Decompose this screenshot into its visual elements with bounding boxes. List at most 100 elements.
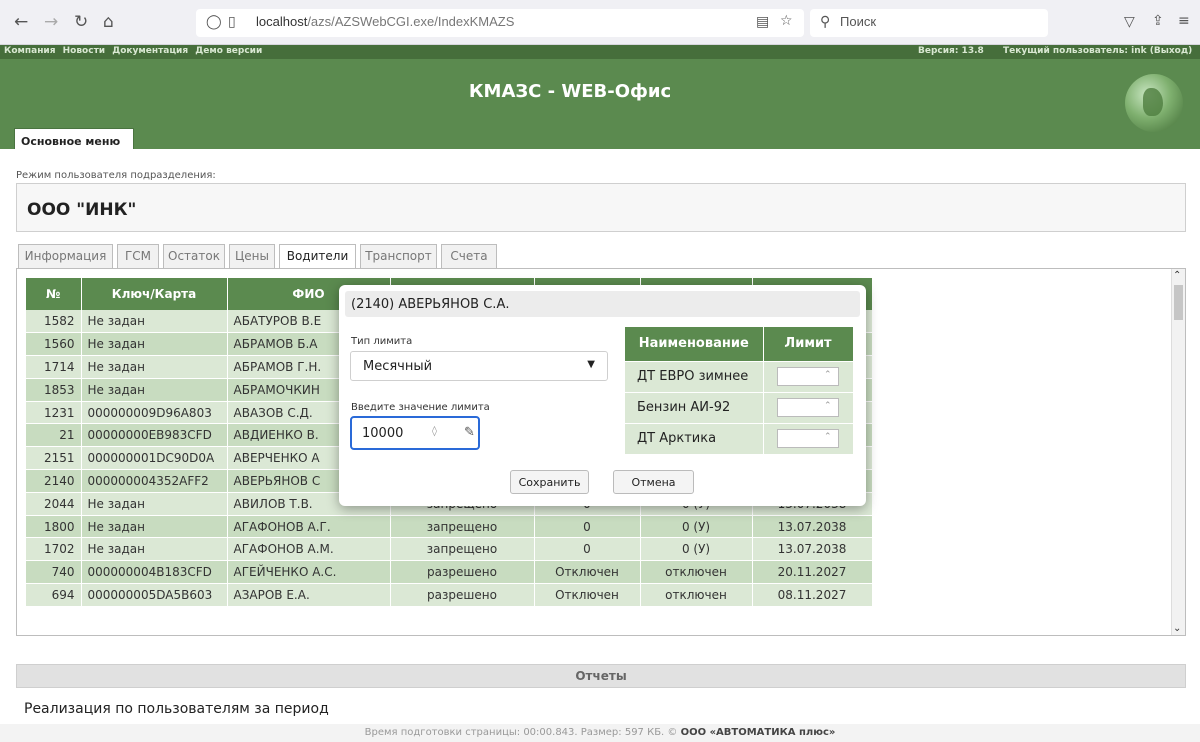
table-cell: АГАФОНОВ А.М.: [227, 537, 391, 562]
tab-info[interactable]: Информация: [18, 244, 113, 268]
fuel-name: ДТ ЕВРО зимнее: [625, 360, 764, 392]
version-label: Версия: 13.8: [918, 46, 984, 56]
table-cell: 2151: [26, 446, 82, 471]
page-icon: ▯: [228, 14, 236, 30]
tab-balance[interactable]: Остаток: [163, 244, 225, 268]
menu-docs[interactable]: Документация: [112, 46, 188, 56]
save-button[interactable]: Сохранить: [510, 470, 589, 494]
search-icon: ⚲: [820, 14, 831, 30]
fuel-limit-input[interactable]: [776, 398, 839, 417]
table-cell: 1582: [26, 310, 82, 334]
table-cell: 0: [534, 537, 641, 562]
col-fuel-limit: Лимит: [763, 327, 854, 361]
col-number[interactable]: №: [26, 278, 82, 310]
tab-main-menu[interactable]: Основное меню: [14, 128, 134, 149]
table-row[interactable]: 740 000000004B183CFD АГЕЙЧЕНКО А.С. разреше…: [26, 560, 873, 585]
table-cell: 1560: [26, 332, 82, 357]
tab-accounts[interactable]: Счета: [441, 244, 497, 268]
col-fuel-name: Наименование: [625, 327, 764, 361]
table-cell: 000000004352AFF2: [81, 469, 228, 493]
scroll-down-icon[interactable]: ⌄: [1173, 623, 1181, 634]
table-cell: запрещено: [390, 537, 535, 562]
table-cell: 740: [26, 560, 82, 585]
tab-drivers[interactable]: Водители: [279, 244, 356, 269]
fuel-limits-table: Наименование Лимит ДТ ЕВРО зимнее Бензин…: [625, 327, 854, 454]
table-cell: 2140: [26, 469, 82, 493]
table-cell: АЗАРОВ Е.А.: [227, 583, 391, 607]
url-path: /azs/AZSWebCGI.exe/IndexKMAZS: [307, 14, 515, 29]
org-name: ООО "ИНК": [27, 200, 137, 220]
table-row[interactable]: 694 000000005DA5B603 АЗАРОВ Е.А. разрешено О…: [26, 583, 873, 607]
limit-value-label: Введите значение лимита: [351, 402, 490, 413]
bookmark-star-icon[interactable]: ☆: [780, 13, 793, 29]
menu-news[interactable]: Новости: [63, 46, 105, 56]
scroll-up-icon[interactable]: ⌃: [1173, 270, 1181, 281]
pocket-icon[interactable]: ▽: [1124, 14, 1135, 30]
footer-text: Время подготовки страницы: 00:00.843. Ра…: [364, 727, 681, 738]
forward-icon[interactable]: →: [44, 12, 58, 32]
app-header: КМАЗС - WEB-Офис: [0, 59, 1200, 149]
table-cell: 000000005DA5B603: [81, 583, 228, 607]
report-sales-by-users-link[interactable]: Реализация по пользователям за период: [24, 701, 329, 717]
url-host: localhost: [256, 14, 308, 29]
vertical-scrollbar[interactable]: ⌃ ⌄: [1171, 269, 1185, 635]
table-cell: отключен: [640, 583, 753, 607]
table-cell: АГАФОНОВ А.Г.: [227, 515, 391, 539]
menu-demo[interactable]: Демо версии: [195, 46, 262, 56]
search-bar[interactable]: ⚲ Поиск: [810, 9, 1048, 37]
home-icon[interactable]: ⌂: [103, 12, 114, 32]
table-cell: 0: [534, 515, 641, 539]
globe-logo-icon: [1125, 74, 1183, 132]
menu-company[interactable]: Компания: [4, 46, 56, 56]
limit-type-select[interactable]: Месячный ▼: [350, 351, 608, 381]
url-bar[interactable]: ◯ ▯ localhost/azs/AZSWebCGI.exe/IndexKMA…: [196, 9, 804, 37]
table-cell: 21: [26, 423, 82, 448]
pencil-icon: ✎: [464, 425, 475, 440]
shield-icon: ◯: [206, 14, 222, 30]
current-user-link[interactable]: Текущий пользователь: ink (Выход): [1003, 46, 1192, 56]
reload-icon[interactable]: ↻: [74, 12, 88, 32]
reader-icon[interactable]: ▤: [756, 14, 769, 30]
table-cell: 1231: [26, 401, 82, 425]
table-row[interactable]: 1702 Не задан АГАФОНОВ А.М. запрещено 0 0 (У)…: [26, 537, 873, 562]
menu-icon[interactable]: ≡: [1178, 13, 1190, 29]
limit-value-text: 10000: [362, 426, 404, 441]
fuel-limit-input[interactable]: [776, 367, 839, 386]
tab-transport[interactable]: Транспорт: [360, 244, 437, 268]
col-key-card[interactable]: Ключ/Карта: [81, 278, 228, 310]
cancel-button[interactable]: Отмена: [613, 470, 694, 494]
table-cell: 2044: [26, 492, 82, 516]
footer-company[interactable]: ООО «АВТОМАТИКА плюс»: [681, 727, 836, 738]
limit-value-input[interactable]: 10000 ◊ ✎: [350, 416, 480, 450]
tab-fuel[interactable]: ГСМ: [117, 244, 159, 268]
spinner-icon[interactable]: ◊: [432, 426, 437, 437]
table-cell: 1800: [26, 515, 82, 539]
table-row[interactable]: 1800 Не задан АГАФОНОВ А.Г. запрещено 0 0 (У)…: [26, 515, 873, 539]
reports-header: Отчеты: [16, 664, 1186, 688]
table-cell: 13.07.2038: [752, 537, 873, 562]
table-cell: Не задан: [81, 355, 228, 379]
table-cell: 1702: [26, 537, 82, 562]
fuel-limit-input[interactable]: [776, 429, 839, 449]
table-cell: Не задан: [81, 515, 228, 539]
share-icon[interactable]: ⇪: [1152, 13, 1164, 29]
scroll-thumb[interactable]: [1174, 285, 1183, 320]
table-cell: Отключен: [534, 583, 641, 607]
tab-prices[interactable]: Цены: [229, 244, 275, 268]
fuel-name: Бензин АИ-92: [625, 391, 764, 423]
table-cell: отключен: [640, 560, 753, 585]
limit-dialog: (2140) АВЕРЬЯНОВ С.А. Тип лимита Месячны…: [339, 285, 866, 506]
table-cell: 0 (У): [640, 515, 753, 539]
table-cell: запрещено: [390, 515, 535, 539]
table-cell: Отключен: [534, 560, 641, 585]
back-icon[interactable]: ←: [14, 12, 28, 32]
table-cell: 20.11.2027: [752, 560, 873, 585]
top-menu-strip: Компания Новости Документация Демо верси…: [0, 45, 1200, 59]
table-cell: АГЕЙЧЕНКО А.С.: [227, 560, 391, 585]
table-cell: разрешено: [390, 560, 535, 585]
org-box: ООО "ИНК": [16, 183, 1186, 232]
table-cell: 13.07.2038: [752, 515, 873, 539]
limit-type-label: Тип лимита: [351, 336, 413, 347]
table-cell: 1714: [26, 355, 82, 379]
table-cell: Не задан: [81, 492, 228, 516]
